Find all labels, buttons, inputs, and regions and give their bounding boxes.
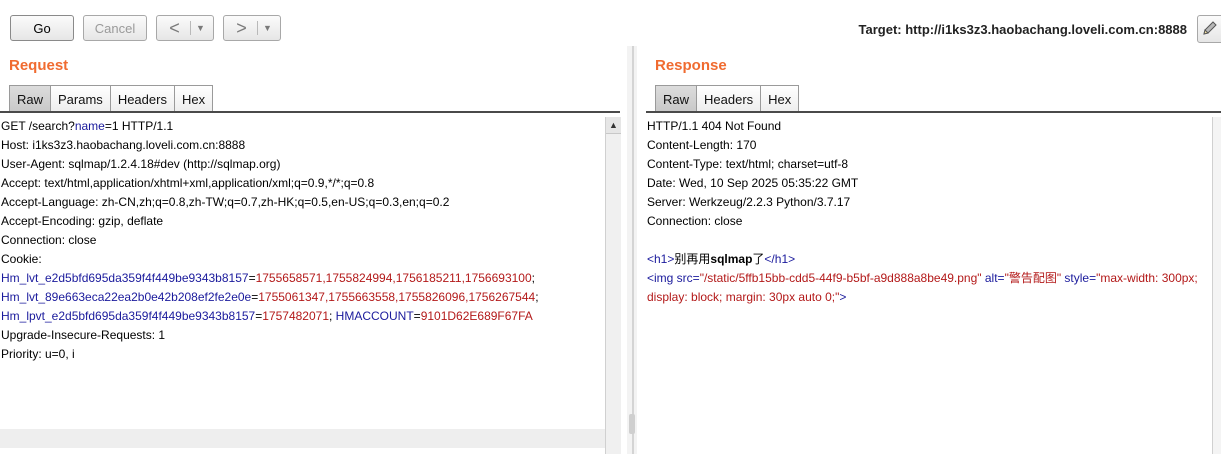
tab-underline	[0, 111, 620, 113]
header-cookie: Cookie:	[1, 252, 42, 266]
forward-arrow-icon: >	[236, 18, 247, 38]
request-scrollbar[interactable]: ▲	[605, 117, 621, 454]
tab-hex[interactable]: Hex	[760, 85, 800, 112]
button-separator	[256, 21, 258, 35]
header-connection: Connection: close	[647, 214, 743, 228]
request-title: Request	[9, 57, 69, 74]
button-separator	[189, 21, 191, 35]
header-accept-language: Accept-Language: zh-CN,zh;q=0.8,zh-TW;q=…	[1, 195, 450, 209]
tab-raw[interactable]: Raw	[655, 85, 698, 112]
scroll-up-arrow-icon[interactable]: ▲	[606, 117, 621, 134]
request-pane: Request Raw Params Headers Hex GET /sear…	[0, 46, 621, 454]
request-editor[interactable]: GET /search?name=1 HTTP/1.1 Host: i1ks3z…	[1, 117, 605, 454]
toolbar: Go Cancel < ▼ > ▼ Target: http://i1ks3z3…	[0, 0, 1221, 46]
tab-headers[interactable]: Headers	[109, 85, 175, 112]
header-content-type: Content-Type: text/html; charset=utf-8	[647, 157, 849, 171]
target-label: Target: http://i1ks3z3.haobachang.loveli…	[858, 22, 1187, 37]
request-tabs: Raw Params Headers Hex	[9, 85, 214, 112]
back-arrow-icon: <	[169, 18, 180, 38]
body-h1-line: <h1>别再用sqlmap了</h1>	[647, 252, 796, 266]
pencil-icon	[1203, 21, 1217, 35]
header-server: Server: Werkzeug/2.2.3 Python/3.7.17	[647, 195, 851, 209]
tab-hex[interactable]: Hex	[173, 85, 214, 112]
cancel-button[interactable]: Cancel	[83, 15, 147, 41]
header-upgrade-insecure: Upgrade-Insecure-Requests: 1	[1, 328, 166, 342]
splitter-grip[interactable]	[629, 414, 635, 434]
request-line: GET /search?name=1 HTTP/1.1	[1, 119, 174, 133]
tab-params[interactable]: Params	[50, 85, 111, 112]
cookie-line: Hm_lpvt_e2d5bfd695da359f4f449be9343b8157…	[1, 309, 533, 323]
tab-raw[interactable]: Raw	[9, 85, 52, 112]
header-content-length: Content-Length: 170	[647, 138, 757, 152]
cookie-line: Hm_lvt_e2d5bfd695da359f4f449be9343b8157=…	[1, 271, 535, 285]
response-tabs: Raw Headers Hex	[655, 85, 800, 112]
dropdown-arrow-icon[interactable]: ▼	[195, 23, 207, 33]
body-img-line: <img src="/static/5ffb15bb-cdd5-44f9-b5b…	[647, 271, 1198, 304]
header-accept-encoding: Accept-Encoding: gzip, deflate	[1, 214, 164, 228]
edit-target-button[interactable]	[1197, 15, 1221, 43]
tab-underline	[646, 111, 1221, 113]
tab-headers[interactable]: Headers	[696, 85, 762, 112]
pane-splitter-line	[632, 46, 634, 454]
cookie-line: Hm_lvt_89e663eca22ea2b0e42b208ef2fe2e0e=…	[1, 290, 539, 304]
dropdown-arrow-icon[interactable]: ▼	[262, 23, 274, 33]
header-accept: Accept: text/html,application/xhtml+xml,…	[1, 176, 375, 190]
response-scrollbar[interactable]	[1212, 117, 1221, 454]
header-priority: Priority: u=0, i	[1, 347, 75, 361]
go-button[interactable]: Go	[10, 15, 74, 41]
header-user-agent: User-Agent: sqlmap/1.2.4.18#dev (http://…	[1, 157, 281, 171]
forward-button[interactable]: > ▼	[223, 15, 281, 41]
current-line-highlight	[0, 429, 605, 448]
response-pane: Response Raw Headers Hex HTTP/1.1 404 No…	[646, 46, 1221, 454]
header-date: Date: Wed, 10 Sep 2025 05:35:22 GMT	[647, 176, 859, 190]
back-button[interactable]: < ▼	[156, 15, 214, 41]
header-host: Host: i1ks3z3.haobachang.loveli.com.cn:8…	[1, 138, 246, 152]
response-title: Response	[655, 57, 727, 74]
response-editor[interactable]: HTTP/1.1 404 Not Found Content-Length: 1…	[647, 117, 1212, 454]
status-line: HTTP/1.1 404 Not Found	[647, 119, 782, 133]
header-connection: Connection: close	[1, 233, 97, 247]
